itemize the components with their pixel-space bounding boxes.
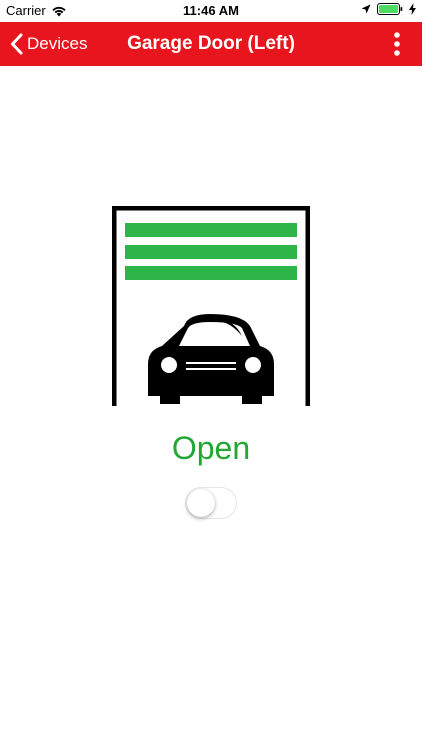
garage-open-car-icon bbox=[112, 206, 310, 406]
toggle-knob bbox=[187, 489, 215, 517]
nav-bar: Devices Garage Door (Left) bbox=[0, 22, 422, 66]
status-bar: Carrier 11:46 AM bbox=[0, 0, 422, 22]
status-right bbox=[361, 3, 416, 15]
charging-bolt-icon bbox=[409, 3, 416, 15]
page-title: Garage Door (Left) bbox=[127, 33, 295, 54]
status-time: 11:46 AM bbox=[183, 3, 239, 18]
more-vertical-icon bbox=[394, 32, 400, 56]
battery-icon bbox=[377, 3, 403, 15]
door-state-label: Open bbox=[171, 430, 251, 466]
door-toggle-switch[interactable] bbox=[185, 487, 237, 519]
more-options-button[interactable] bbox=[382, 22, 412, 66]
location-arrow-icon bbox=[361, 4, 371, 14]
